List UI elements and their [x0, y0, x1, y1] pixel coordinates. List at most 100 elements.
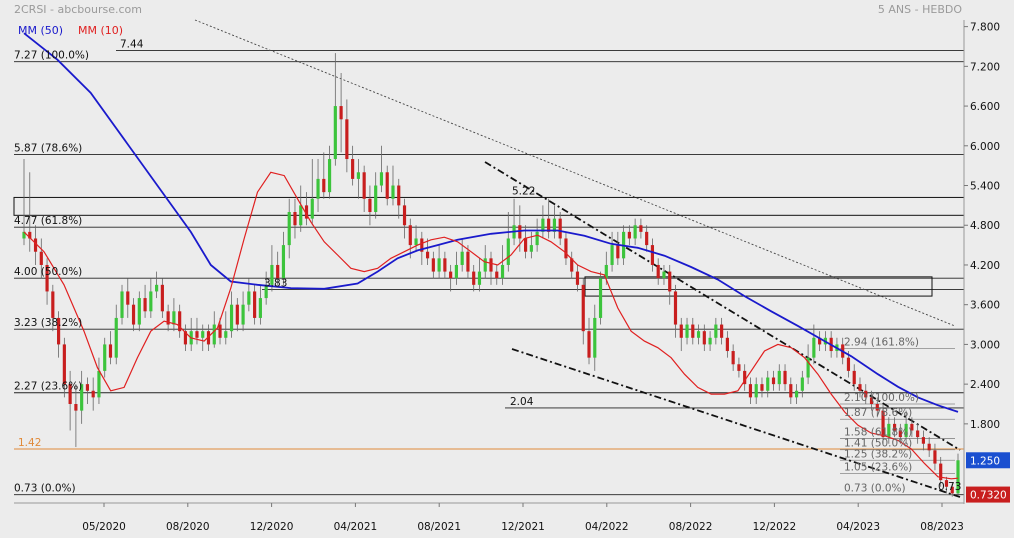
- candle-body: [702, 331, 706, 345]
- short-level-label: 3.83: [264, 277, 287, 289]
- level-label: 3.23 (38.2%): [14, 317, 82, 329]
- y-tick-label: 7.800: [970, 22, 1000, 34]
- candle-body: [933, 450, 937, 464]
- orange-level-label: 1.42: [18, 437, 41, 449]
- candle-body: [103, 344, 107, 371]
- candle-body: [679, 324, 683, 338]
- candle-body: [235, 304, 239, 325]
- candle-body: [172, 311, 176, 325]
- candle-body: [224, 331, 228, 338]
- candle-body: [650, 245, 655, 265]
- candle-body: [51, 291, 55, 318]
- last-low-label: 0.73: [938, 481, 961, 493]
- candle-body: [506, 238, 510, 265]
- candle-body: [535, 231, 539, 246]
- chart-period: 5 ANS - HEBDO: [878, 3, 962, 16]
- candle-body: [610, 245, 614, 265]
- candle-body: [783, 370, 787, 385]
- candle-body: [351, 159, 355, 179]
- candle-body: [714, 324, 718, 338]
- x-tick-label: 04/2023: [836, 521, 880, 533]
- level-label: 7.27 (100.0%): [14, 50, 89, 62]
- fib-label: 2.10 (100.0%): [844, 392, 919, 404]
- y-tick-label: 6.000: [970, 141, 1000, 153]
- candle-body: [916, 430, 920, 438]
- candle-body: [725, 337, 729, 352]
- candle-body: [921, 437, 925, 444]
- candlestick-chart: 7.27 (100.0%) 5.87 (78.6%) 4.77 (61.8%) 4.0…: [0, 0, 1014, 538]
- candle-body: [454, 264, 458, 279]
- candle-body: [766, 377, 770, 391]
- candle-body: [466, 251, 470, 272]
- candle-body: [777, 370, 781, 385]
- candle-body: [812, 337, 816, 358]
- candle-body: [616, 245, 620, 259]
- fib-label: 2.94 (161.8%): [844, 336, 919, 348]
- candle-body: [299, 205, 303, 226]
- y-tick-label: 1.800: [970, 419, 1000, 431]
- x-tick-label: 12/2020: [250, 521, 294, 533]
- candle-body: [425, 251, 430, 259]
- candle-body: [74, 404, 78, 411]
- y-tick-label: 4.200: [970, 260, 1000, 272]
- candle-body: [598, 278, 603, 318]
- price-badge-label: 0.7320: [970, 490, 1007, 502]
- x-tick-label: 04/2022: [585, 521, 629, 533]
- level-label: 4.00 (50.0%): [14, 266, 82, 278]
- candle-body: [575, 271, 580, 285]
- candle-body: [137, 298, 141, 325]
- candle-body: [195, 331, 199, 338]
- fib-label: 1.87 (78.6%): [844, 407, 912, 419]
- chart-title: 2CRSI - abcbourse.com: [14, 3, 142, 16]
- x-tick-label: 08/2023: [920, 521, 964, 533]
- candle-body: [852, 370, 856, 385]
- fib-label: 1.58 (61.8%): [844, 426, 912, 438]
- candle-body: [62, 344, 66, 385]
- candle-body: [662, 271, 666, 279]
- x-tick-label: 04/2021: [334, 521, 378, 533]
- candle-body: [212, 324, 216, 345]
- candle-body: [449, 271, 453, 279]
- candle-body: [460, 251, 464, 265]
- candle-body: [495, 271, 499, 279]
- candle-body: [85, 384, 90, 391]
- candle-body: [437, 258, 441, 272]
- y-tick-label: 7.200: [970, 61, 1000, 73]
- legend-ma50: MM (50): [18, 24, 63, 37]
- candle-body: [720, 324, 724, 338]
- candle-body: [379, 172, 384, 186]
- candle-body: [760, 384, 764, 391]
- candle-body: [408, 225, 412, 246]
- candle-body: [241, 304, 245, 325]
- candle-body: [587, 331, 591, 358]
- candle-body: [339, 106, 343, 120]
- candle-body: [97, 370, 101, 398]
- candle-body: [708, 337, 712, 345]
- candle-body: [593, 317, 597, 358]
- x-tick-label: 12/2021: [501, 521, 545, 533]
- candle-body: [524, 238, 528, 252]
- y-tick-label: 6.600: [970, 101, 1000, 113]
- candle-body: [789, 384, 793, 398]
- candle-body: [431, 258, 435, 272]
- candle-body: [287, 212, 291, 246]
- candle-body: [39, 251, 43, 265]
- candle-body: [477, 271, 482, 285]
- candle-body: [794, 390, 799, 398]
- candle-body: [327, 159, 332, 193]
- candle-body: [483, 258, 487, 272]
- candle-body: [91, 390, 95, 398]
- candle-body: [362, 172, 366, 199]
- legend-ma10: MM (10): [78, 24, 123, 37]
- candle-body: [201, 331, 205, 338]
- candle-body: [385, 172, 389, 199]
- y-tick-label: 4.800: [970, 220, 1000, 232]
- candle-body: [316, 178, 320, 199]
- candle-body: [276, 264, 280, 279]
- candle-body: [229, 304, 234, 332]
- level-label: 0.73 (0.0%): [14, 483, 76, 495]
- fib-label: 1.25 (38.2%): [844, 448, 912, 460]
- candle-body: [310, 198, 314, 219]
- x-tick-label: 05/2020: [82, 521, 126, 533]
- candle-body: [443, 258, 447, 272]
